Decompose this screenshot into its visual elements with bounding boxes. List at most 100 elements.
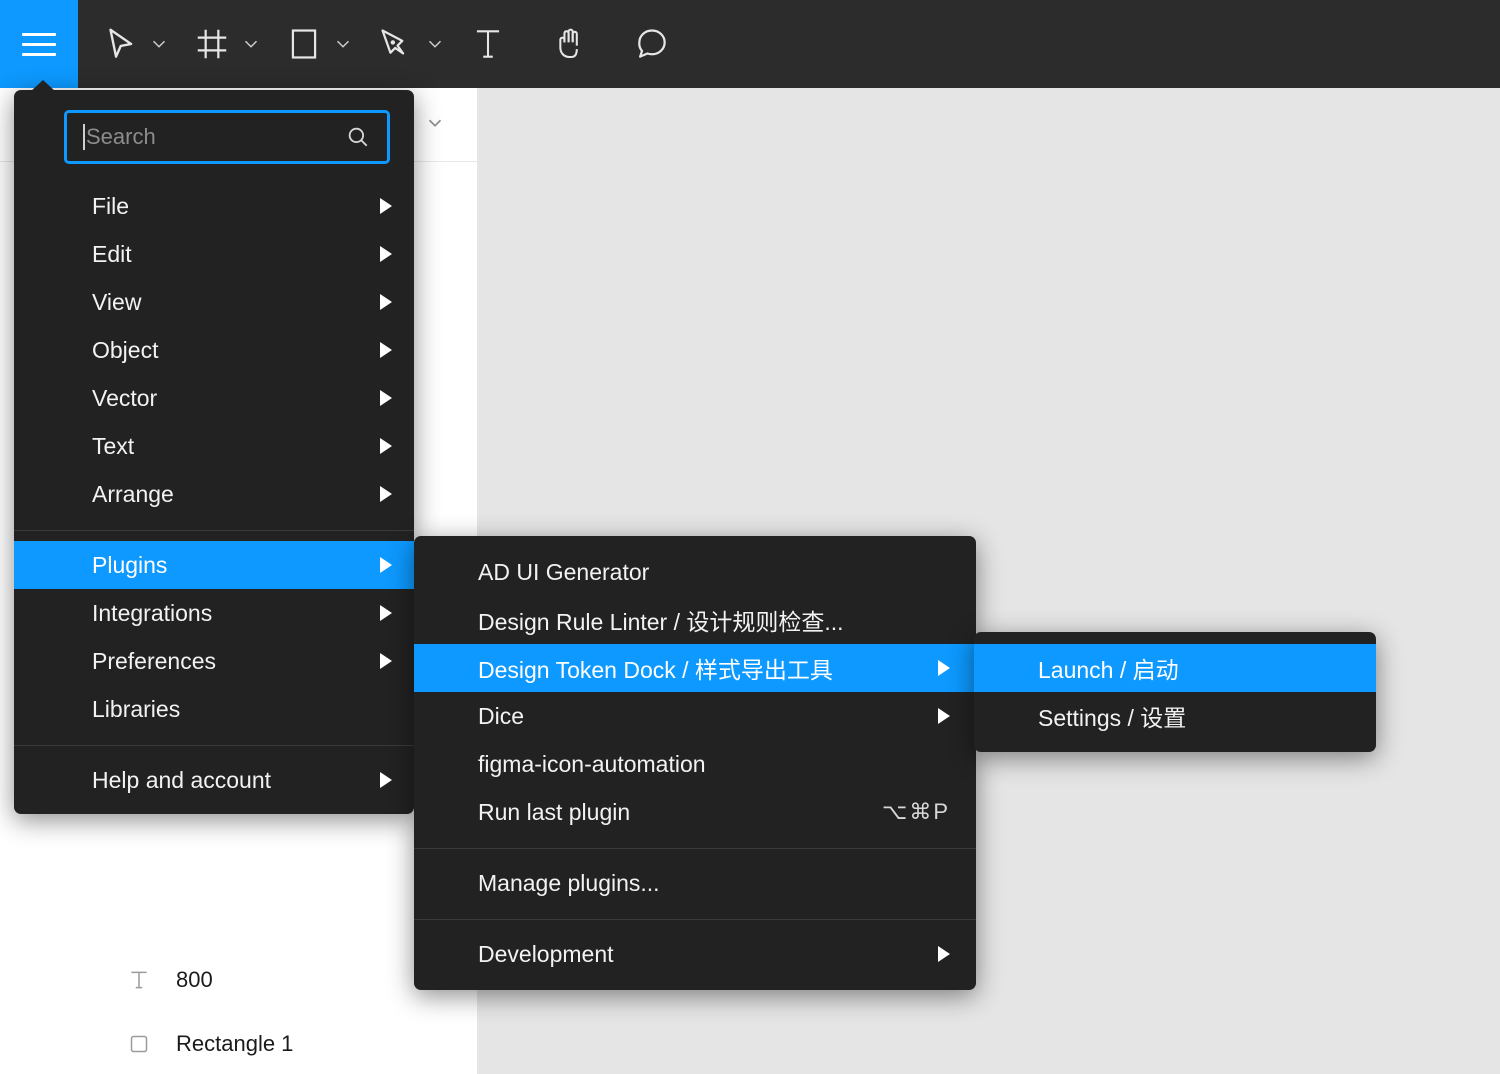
- search-icon: [345, 124, 371, 150]
- text-tool[interactable]: [464, 20, 546, 68]
- submenu-arrow-icon: [380, 390, 392, 406]
- menu-item-label: Launch / 启动: [1038, 657, 1179, 683]
- menu-item-label: View: [92, 288, 142, 315]
- menu-item-label: Settings / 设置: [1038, 705, 1187, 731]
- menu-item-figma-icon-automation[interactable]: figma-icon-automation: [414, 740, 976, 788]
- menu-pointer: [30, 80, 56, 92]
- submenu-arrow-icon: [380, 246, 392, 262]
- menu-item-preferences[interactable]: Preferences: [14, 637, 414, 685]
- layer-label: Rectangle 1: [176, 1031, 294, 1056]
- menu-item-label: File: [92, 192, 130, 219]
- submenu-arrow-icon: [938, 660, 950, 676]
- menu-item-edit[interactable]: Edit: [14, 230, 414, 278]
- menu-item-development[interactable]: Development: [414, 930, 976, 978]
- menu-item-view[interactable]: View: [14, 278, 414, 326]
- layer-row[interactable]: Rectangle 1: [0, 1012, 478, 1074]
- chevron-down-icon[interactable]: [146, 31, 172, 57]
- comment-icon: [628, 20, 676, 68]
- menu-item-label: Design Token Dock / 样式导出工具: [478, 657, 833, 683]
- chevron-down-icon[interactable]: [238, 31, 264, 57]
- menu-item-manage-plugins[interactable]: Manage plugins...: [414, 859, 976, 907]
- menu-item-vector[interactable]: Vector: [14, 374, 414, 422]
- submenu-arrow-icon: [380, 772, 392, 788]
- main-menu-panel: Search File Edit View Object Vector Text Arran…: [14, 90, 414, 814]
- pen-tool[interactable]: [372, 20, 464, 68]
- menu-item-label: Run last plugin: [478, 798, 631, 825]
- submenu-arrow-icon: [380, 198, 392, 214]
- menu-item-settings-设置[interactable]: Settings / 设置: [974, 692, 1376, 740]
- submenu-arrow-icon: [380, 438, 392, 454]
- menu-item-label: Libraries: [92, 695, 181, 722]
- menu-item-text[interactable]: Text: [14, 422, 414, 470]
- menu-separator: [414, 848, 976, 849]
- menu-item-label: Arrange: [92, 480, 174, 507]
- menu-item-shortcut: ⌥⌘P: [881, 799, 950, 824]
- plugins-submenu-panel: AD UI Generator Design Rule Linter / 设计规则…: [414, 536, 976, 990]
- submenu-arrow-icon: [380, 294, 392, 310]
- menu-item-label: Dice: [478, 702, 525, 729]
- menu-item-label: Object: [92, 336, 159, 363]
- top-toolbar: [0, 0, 1500, 88]
- menu-item-design-rule-linter-设计规则检查[interactable]: Design Rule Linter / 设计规则检查...: [414, 596, 976, 644]
- menu-item-label: figma-icon-automation: [478, 750, 706, 777]
- chevron-down-icon[interactable]: [422, 31, 448, 57]
- menu-item-design-token-dock-样式导出工具[interactable]: Design Token Dock / 样式导出工具: [414, 644, 976, 692]
- text-caret: [83, 124, 85, 150]
- menu-item-ad-ui-generator[interactable]: AD UI Generator: [414, 548, 976, 596]
- plugins-submenu-items: AD UI Generator Design Rule Linter / 设计规则…: [414, 548, 976, 978]
- layer-row[interactable]: 800: [0, 948, 478, 1012]
- menu-item-libraries[interactable]: Libraries: [14, 685, 414, 733]
- layer-list: 800Rectangle 1列表: [0, 948, 478, 1074]
- comment-tool[interactable]: [628, 20, 710, 68]
- cursor-icon: [96, 20, 144, 68]
- text-icon: [464, 20, 512, 68]
- submenu-arrow-icon: [380, 486, 392, 502]
- menu-item-label: Help and account: [92, 766, 272, 793]
- menu-item-plugins[interactable]: Plugins: [14, 541, 414, 589]
- menu-item-run-last-plugin[interactable]: Run last plugin ⌥⌘P: [414, 788, 976, 836]
- tool-group: [96, 0, 710, 88]
- menu-item-object[interactable]: Object: [14, 326, 414, 374]
- frame-tool[interactable]: [188, 20, 280, 68]
- menu-item-label: Manage plugins...: [478, 869, 660, 896]
- main-menu-button[interactable]: [0, 0, 78, 88]
- menu-separator: [414, 919, 976, 920]
- rectangle-icon: [280, 20, 328, 68]
- menu-item-label: Text: [92, 432, 135, 459]
- menu-item-label: Plugins: [92, 551, 168, 578]
- menu-item-label: Design Rule Linter / 设计规则检查...: [478, 609, 844, 635]
- menu-item-label: AD UI Generator: [478, 558, 650, 585]
- menu-item-label: Edit: [92, 240, 132, 267]
- search-wrapper: Search: [14, 102, 414, 182]
- chevron-down-icon[interactable]: [330, 31, 356, 57]
- menu-item-file[interactable]: File: [14, 182, 414, 230]
- menu-item-help-and-account[interactable]: Help and account: [14, 756, 414, 804]
- search-input[interactable]: Search: [64, 110, 390, 164]
- submenu-arrow-icon: [380, 605, 392, 621]
- design-token-dock-submenu-items: Launch / 启动 Settings / 设置: [974, 644, 1376, 740]
- menu-separator: [14, 745, 414, 746]
- menu-item-integrations[interactable]: Integrations: [14, 589, 414, 637]
- shape-tool[interactable]: [280, 20, 372, 68]
- main-menu-items: File Edit View Object Vector Text Arrange Plugi…: [14, 182, 414, 804]
- pen-icon: [372, 20, 420, 68]
- chevron-down-icon[interactable]: [424, 112, 446, 134]
- menu-item-arrange[interactable]: Arrange: [14, 470, 414, 518]
- layer-label: 800: [176, 967, 213, 992]
- menu-item-label: Development: [478, 940, 614, 967]
- menu-item-label: Vector: [92, 384, 158, 411]
- design-token-dock-submenu-panel: Launch / 启动 Settings / 设置: [974, 632, 1376, 752]
- hand-tool[interactable]: [546, 20, 628, 68]
- frame-icon: [188, 20, 236, 68]
- menu-icon: [22, 26, 56, 63]
- submenu-arrow-icon: [380, 557, 392, 573]
- hand-icon: [546, 20, 594, 68]
- move-tool[interactable]: [96, 20, 188, 68]
- menu-item-dice[interactable]: Dice: [414, 692, 976, 740]
- menu-item-launch-启动[interactable]: Launch / 启动: [974, 644, 1376, 692]
- rectangle-layer-icon: [124, 1029, 154, 1059]
- search-placeholder: Search: [86, 124, 156, 149]
- submenu-arrow-icon: [380, 342, 392, 358]
- submenu-arrow-icon: [938, 946, 950, 962]
- menu-separator: [14, 530, 414, 531]
